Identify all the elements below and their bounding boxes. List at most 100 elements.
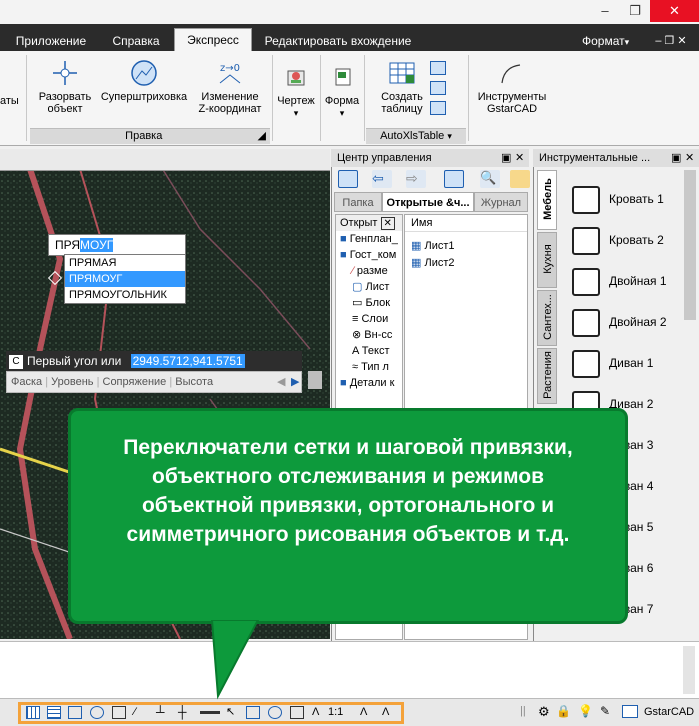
drawing-button[interactable]: Чертеж ▾ — [274, 63, 318, 119]
tool-bed-2[interactable]: Кровать 2 — [570, 221, 680, 261]
list-item[interactable]: ▦ Лист2 — [405, 255, 527, 272]
bulb-icon[interactable]: 💡 — [578, 704, 593, 718]
snap-toggle-icon[interactable] — [47, 706, 61, 719]
tab-express[interactable]: Экспресс — [174, 28, 252, 51]
suggestion-item[interactable]: ПРЯМАЯ — [65, 255, 185, 271]
form-button[interactable]: Форма ▾ — [322, 63, 362, 119]
open-folder-icon[interactable] — [338, 170, 358, 188]
otrack-toggle-icon[interactable]: ∕ — [134, 706, 148, 719]
lock-icon[interactable]: 🔒 — [556, 704, 571, 718]
form-icon — [328, 63, 356, 91]
tool-double-1[interactable]: Двойная 1 — [570, 262, 680, 302]
break-object-button[interactable]: Разорвать объект — [34, 59, 96, 115]
tab-history[interactable]: Журнал — [474, 192, 528, 212]
history-scrollbar[interactable] — [683, 646, 695, 694]
app-name: GstarCAD — [644, 706, 695, 718]
annotation-scale-value[interactable]: 1:1 — [328, 706, 343, 718]
tab-application[interactable]: Приложение — [6, 31, 96, 51]
gstarcad-tools-button[interactable]: Инструменты GstarCAD — [472, 59, 552, 115]
tool-sofa-1[interactable]: Диван 1 — [570, 344, 680, 384]
tool-double-2[interactable]: Двойная 2 — [570, 303, 680, 343]
table-tool-icon-1[interactable] — [430, 61, 446, 75]
dyn-toggle-icon[interactable]: ┼ — [178, 706, 192, 719]
scroll-right-icon[interactable]: ▶ — [291, 372, 299, 392]
coordinate-value[interactable]: 2949.5712,941.5751 — [130, 354, 245, 368]
tab-help[interactable]: Справка — [104, 31, 168, 51]
close-icon[interactable]: ✕ — [380, 217, 395, 230]
vtab-furniture[interactable]: Мебель — [537, 170, 557, 230]
selection-cycle-icon[interactable] — [246, 706, 260, 719]
option-elevation[interactable]: Уровень — [51, 376, 93, 388]
vtab-kitchen[interactable]: Кухня — [537, 232, 557, 288]
tree-item[interactable]: ≈ Тип л — [336, 359, 402, 375]
lineweight-toggle-icon[interactable] — [200, 711, 220, 724]
annotation-scale-icon[interactable]: Λ — [312, 706, 326, 719]
create-table-label: Создать таблицу — [381, 91, 423, 115]
command-input[interactable]: ПРЯМОУГ — [48, 234, 186, 256]
polar-toggle-icon[interactable] — [90, 706, 104, 719]
suggestion-item-selected[interactable]: ПРЯМОУГ — [65, 271, 185, 287]
tree-item[interactable]: ⊗ Вн-сс — [336, 327, 402, 343]
up-folder-icon[interactable] — [444, 170, 464, 188]
panel-close-icon[interactable]: ✕ — [515, 149, 524, 167]
tab-open-drawings[interactable]: Открытые &ч... — [382, 192, 474, 212]
search-icon[interactable]: 🔍 — [480, 170, 500, 188]
favorites-icon[interactable] — [510, 170, 530, 188]
tree-item[interactable]: ∕ разме — [336, 263, 402, 279]
minimize-button[interactable]: – — [590, 0, 620, 22]
annotation-visibility-icon[interactable]: Λ — [360, 706, 374, 719]
vtab-plumbing[interactable]: Сантех... — [537, 290, 557, 346]
vtab-plants[interactable]: Растения — [537, 348, 557, 404]
palette-scrollbar[interactable] — [684, 170, 696, 320]
pin-icon[interactable]: ▣ — [671, 149, 681, 167]
annotation-monitor-icon[interactable] — [268, 706, 282, 719]
format-menu[interactable]: Формат▾ — [582, 31, 640, 51]
scroll-left-icon[interactable]: ◀ — [277, 372, 285, 392]
column-header-name[interactable]: Имя — [405, 215, 527, 232]
vertical-scrollbar-thumb[interactable] — [308, 371, 322, 389]
tool-bed-1[interactable]: Кровать 1 — [570, 180, 680, 220]
tree-item[interactable]: ■ Детали к — [336, 375, 402, 391]
restore-button[interactable]: ❐ — [620, 0, 650, 22]
create-table-button[interactable]: Создать таблицу — [372, 59, 432, 115]
title-bar: – ❐ ✕ — [0, 0, 699, 24]
window-icon[interactable] — [622, 705, 638, 718]
ribbon-partial-button[interactable]: аты — [0, 95, 22, 107]
osnap-toggle-icon[interactable] — [112, 706, 126, 719]
pin-icon[interactable]: ▣ — [501, 149, 511, 167]
autocomplete-list: ПРЯМАЯ ПРЯМОУГ ПРЯМОУГОЛЬНИК — [64, 254, 186, 304]
close-button[interactable]: ✕ — [650, 0, 699, 22]
superhatch-button[interactable]: Суперштриховка — [98, 59, 190, 103]
tree-item[interactable]: ▭ Блок — [336, 295, 402, 311]
tree-item[interactable]: ■ Генплан_ — [336, 231, 402, 247]
break-icon — [51, 59, 79, 87]
option-chamfer[interactable]: Фаска — [11, 376, 42, 388]
forward-icon[interactable]: ⇨ — [406, 170, 426, 188]
model-space-icon[interactable] — [290, 706, 304, 719]
auto-scale-icon[interactable]: Λ — [382, 706, 396, 719]
back-icon[interactable]: ⇦ — [372, 170, 392, 188]
tree-item[interactable]: A Текст — [336, 343, 402, 359]
grid-toggle-icon[interactable] — [26, 706, 40, 719]
tab-edit-block[interactable]: Редактировать вхождение — [258, 31, 418, 51]
cursor-icon[interactable]: ↖ — [226, 706, 240, 719]
window-controls-small[interactable]: – ❐ ✕ — [646, 31, 696, 51]
panel-close-icon[interactable]: ✕ — [685, 149, 694, 167]
table-tool-icon-3[interactable] — [430, 101, 446, 115]
option-thickness[interactable]: Высота — [175, 376, 213, 388]
table-tool-icon-2[interactable] — [430, 81, 446, 95]
tab-folder[interactable]: Папка — [334, 192, 382, 212]
suggestion-item[interactable]: ПРЯМОУГОЛЬНИК — [65, 287, 185, 303]
change-z-button[interactable]: z→0 Изменение Z-координат — [192, 59, 268, 115]
tree-item[interactable]: ≡ Слои — [336, 311, 402, 327]
option-fillet[interactable]: Сопряжение — [103, 376, 167, 388]
tree-item[interactable]: ▢ Лист — [336, 279, 402, 295]
command-prompt[interactable]: C Первый угол или 2949.5712,941.5751 — [6, 351, 302, 371]
tree-item[interactable]: ■ Гост_ком — [336, 247, 402, 263]
design-center-title: Центр управления ▣ ✕ — [331, 149, 529, 167]
gear-icon[interactable]: ⚙ — [538, 704, 550, 720]
brush-icon[interactable]: ✎ — [600, 704, 610, 718]
list-item[interactable]: ▦ Лист1 — [405, 238, 527, 255]
ortho-toggle-icon[interactable] — [68, 706, 82, 719]
ducs-toggle-icon[interactable]: ┴ — [156, 706, 170, 719]
